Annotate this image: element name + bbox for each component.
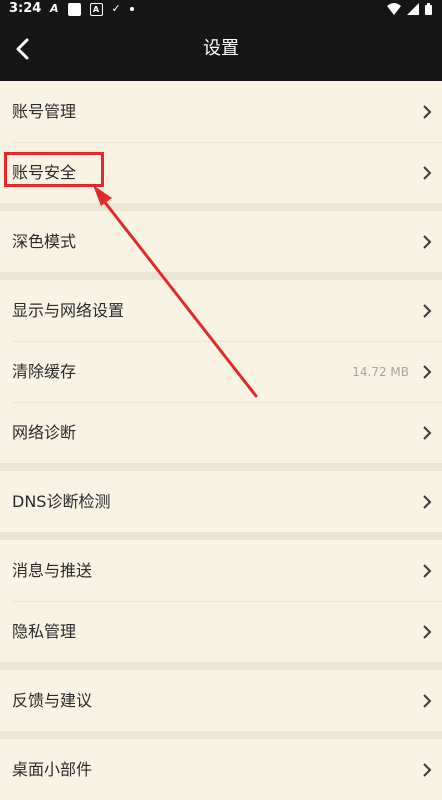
settings-item-privacy[interactable]: 隐私管理 bbox=[0, 601, 442, 662]
settings-item-label: 显示与网络设置 bbox=[12, 300, 125, 320]
settings-group-dns: DNS诊断检测 bbox=[0, 471, 442, 532]
settings-item-label: 隐私管理 bbox=[12, 621, 77, 641]
settings-item-clear-cache[interactable]: 清除缓存 14.72 MB bbox=[0, 341, 442, 402]
settings-group-feedback: 反馈与建议 bbox=[0, 670, 442, 731]
section-divider bbox=[0, 463, 442, 471]
settings-item-desktop-widgets[interactable]: 桌面小部件 bbox=[0, 739, 442, 800]
dot-icon bbox=[129, 7, 134, 11]
page-title: 设置 bbox=[203, 38, 239, 59]
section-divider bbox=[0, 532, 442, 540]
chevron-right-icon bbox=[423, 165, 432, 180]
settings-list: 账号管理 账号安全 深色模式 显示与网络设置 清除缓存 14.72 MB 网络诊… bbox=[0, 81, 442, 800]
check-icon: ✓ bbox=[111, 2, 121, 15]
settings-item-messages-push[interactable]: 消息与推送 bbox=[0, 540, 442, 601]
chevron-right-icon bbox=[423, 494, 432, 509]
settings-group-widgets: 桌面小部件 bbox=[0, 739, 442, 800]
section-divider bbox=[0, 662, 442, 670]
status-left-icons: A A ✓ bbox=[50, 2, 134, 16]
settings-group-theme: 深色模式 bbox=[0, 211, 442, 272]
navigation-a-icon: A bbox=[50, 2, 59, 15]
section-divider bbox=[0, 203, 442, 211]
settings-item-label: 清除缓存 bbox=[12, 361, 77, 381]
notification-square-icon bbox=[67, 2, 81, 16]
settings-item-account-management[interactable]: 账号管理 bbox=[0, 81, 442, 142]
chevron-right-icon bbox=[423, 425, 432, 440]
settings-item-display-network[interactable]: 显示与网络设置 bbox=[0, 280, 442, 341]
settings-item-label: 反馈与建议 bbox=[12, 690, 93, 710]
settings-item-label: 桌面小部件 bbox=[12, 759, 93, 779]
annotation-highlight-box bbox=[4, 152, 104, 187]
settings-item-label: DNS诊断检测 bbox=[12, 491, 111, 511]
chevron-right-icon bbox=[423, 762, 432, 777]
settings-item-dark-mode[interactable]: 深色模式 bbox=[0, 211, 442, 272]
battery-icon bbox=[425, 3, 432, 15]
section-divider bbox=[0, 731, 442, 739]
chevron-right-icon bbox=[423, 624, 432, 639]
wifi-icon bbox=[387, 3, 401, 15]
cell-signal-icon bbox=[407, 3, 419, 15]
chevron-right-icon bbox=[423, 364, 432, 379]
settings-item-dns-check[interactable]: DNS诊断检测 bbox=[0, 471, 442, 532]
status-right-icons bbox=[387, 2, 432, 16]
settings-group-display-network: 显示与网络设置 清除缓存 14.72 MB 网络诊断 bbox=[0, 280, 442, 463]
status-time: 3:24 bbox=[9, 1, 42, 16]
settings-item-network-diagnosis[interactable]: 网络诊断 bbox=[0, 402, 442, 463]
settings-item-label: 网络诊断 bbox=[12, 422, 77, 442]
cache-size-value: 14.72 MB bbox=[352, 364, 409, 379]
chevron-right-icon bbox=[423, 104, 432, 119]
settings-item-label: 深色模式 bbox=[12, 231, 77, 251]
chevron-right-icon bbox=[423, 563, 432, 578]
header-bar: 设置 bbox=[0, 18, 442, 81]
chevron-right-icon bbox=[423, 693, 432, 708]
chevron-right-icon bbox=[423, 234, 432, 249]
status-bar: 3:24 A A ✓ bbox=[0, 0, 442, 18]
settings-item-feedback[interactable]: 反馈与建议 bbox=[0, 670, 442, 731]
settings-group-messages-privacy: 消息与推送 隐私管理 bbox=[0, 540, 442, 662]
notification-a-box-icon: A bbox=[89, 2, 103, 16]
settings-item-label: 消息与推送 bbox=[12, 560, 93, 580]
chevron-right-icon bbox=[423, 303, 432, 318]
settings-item-label: 账号管理 bbox=[12, 101, 77, 121]
section-divider bbox=[0, 272, 442, 280]
